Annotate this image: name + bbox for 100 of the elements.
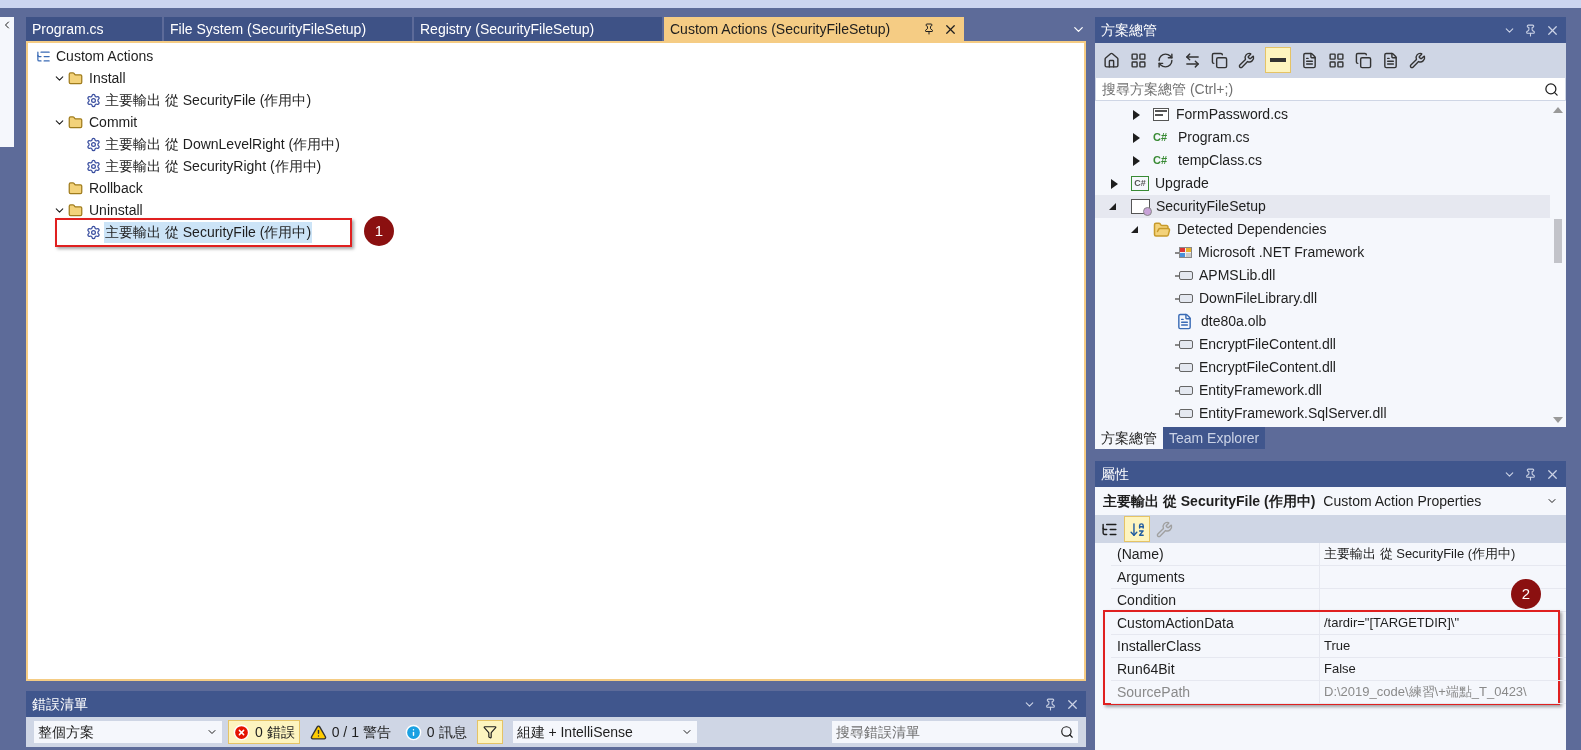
toolbar-icon[interactable]: [1301, 51, 1318, 69]
tree-item[interactable]: Detected Dependencies: [1095, 218, 1550, 241]
property-name: Arguments: [1111, 566, 1320, 588]
assembly-icon: [1175, 340, 1193, 349]
setup-project-icon: [1131, 199, 1150, 214]
form-icon: [1153, 108, 1169, 121]
tree-item[interactable]: APMSLib.dll: [1095, 264, 1550, 287]
assembly-icon: [1175, 386, 1193, 395]
toolbar-icon[interactable]: [1409, 51, 1426, 69]
toolbar-icon[interactable]: [1328, 51, 1345, 69]
source-dropdown[interactable]: 組建 + IntelliSense: [512, 721, 697, 743]
tree-item[interactable]: FormPassword.cs: [1095, 103, 1550, 126]
assembly-icon: [1175, 409, 1193, 418]
toolbar-icon[interactable]: [1238, 51, 1255, 69]
scope-dropdown[interactable]: 整個方案: [34, 721, 222, 743]
tree-item[interactable]: DownFileLibrary.dll: [1095, 287, 1550, 310]
tree-item[interactable]: 主要輸出 從 SecurityRight (作用中): [104, 155, 323, 177]
output-file-icon: [86, 136, 101, 152]
tree-item[interactable]: C# tempClass.cs: [1095, 149, 1550, 172]
property-name: InstallerClass: [1111, 635, 1320, 657]
sort-icon: [1128, 520, 1146, 538]
output-file-icon: [86, 92, 101, 108]
tree-item-label: dte80a.olb: [1201, 312, 1267, 331]
collapsed-triangle-icon[interactable]: [1111, 178, 1118, 189]
toolbar-icon[interactable]: [1157, 51, 1174, 69]
document-tab[interactable]: File System (SecurityFileSetup): [164, 17, 412, 41]
tree-item-label: DownFileLibrary.dll: [1199, 289, 1317, 308]
search-icon: [1060, 725, 1074, 739]
folder-icon: [68, 180, 83, 196]
folder-icon: [68, 202, 83, 218]
panel-title: 屬性: [1101, 464, 1130, 484]
tree-item[interactable]: Uninstall: [88, 199, 144, 221]
tree-item[interactable]: Rollback: [88, 177, 144, 199]
tree-item[interactable]: Custom Actions: [55, 45, 155, 67]
document-tab[interactable]: Registry (SecurityFileSetup): [414, 17, 662, 41]
tree-item-label: Upgrade: [1155, 174, 1209, 193]
collapsed-triangle-icon[interactable]: [1133, 155, 1140, 166]
tree-item[interactable]: EntityFramework.dll: [1095, 379, 1550, 402]
tree-item[interactable]: EntityFramework.SqlServer.dll: [1095, 402, 1550, 425]
tree-item[interactable]: Install: [88, 67, 127, 89]
tree-item[interactable]: C# Upgrade: [1095, 172, 1550, 195]
csharp-project-icon: C#: [1131, 176, 1149, 191]
toolbar-icon[interactable]: [1382, 51, 1399, 69]
property-value[interactable]: True: [1320, 635, 1566, 657]
filter-toggle[interactable]: 0 訊息: [400, 720, 471, 744]
document-tab[interactable]: Program.cs: [26, 17, 162, 41]
tree-item[interactable]: 主要輸出 從 SecurityFile (作用中): [104, 89, 313, 111]
object-selector[interactable]: 主要輸出 從 SecurityFile (作用中) Custom Action Properties: [1095, 487, 1566, 515]
tree-item[interactable]: dte80a.olb: [1095, 310, 1550, 333]
collapsed-triangle-icon[interactable]: [1133, 132, 1140, 143]
tree-item[interactable]: Microsoft .NET Framework: [1095, 241, 1550, 264]
assembly-icon: [1175, 271, 1193, 280]
expanded-triangle-icon[interactable]: [1131, 226, 1138, 233]
tree-item[interactable]: EncryptFileContent.dll: [1095, 333, 1550, 356]
toolbar-icon[interactable]: [1211, 51, 1228, 69]
pin-icon[interactable]: [923, 23, 935, 35]
csharp-icon: C#: [1153, 152, 1173, 169]
property-name: Condition: [1111, 589, 1320, 611]
alphabetical-button[interactable]: [1124, 516, 1150, 542]
tree-item[interactable]: 主要輸出 從 SecurityFile (作用中): [104, 221, 313, 243]
panel-tab[interactable]: Team Explorer: [1163, 427, 1266, 449]
tree-item-label: APMSLib.dll: [1199, 266, 1276, 285]
tree-item[interactable]: SecurityFileSetup: [1095, 195, 1550, 218]
tree-item[interactable]: EncryptFileContent.dll: [1095, 356, 1550, 379]
toolbar-icon[interactable]: [1130, 51, 1147, 69]
tree-item-label: SecurityFileSetup: [1156, 197, 1266, 216]
property-value[interactable]: False: [1320, 658, 1566, 680]
tree-item[interactable]: 主要輸出 從 DownLevelRight (作用中): [104, 133, 341, 155]
tree-item-label: EncryptFileContent.dll: [1199, 358, 1336, 377]
panel-title: 方案總管: [1101, 20, 1158, 40]
csharp-icon: C#: [1153, 129, 1173, 146]
filter-button[interactable]: [476, 720, 503, 744]
callout-number-badge: 2: [1511, 579, 1541, 609]
expanded-triangle-icon[interactable]: [1109, 203, 1116, 210]
document-icon: [1176, 313, 1193, 330]
folder-icon: [68, 70, 83, 86]
document-tab[interactable]: Custom Actions (SecurityFileSetup): [664, 17, 964, 41]
output-file-icon: [86, 224, 101, 240]
property-value[interactable]: /tardir="[TARGETDIR]\": [1320, 612, 1566, 634]
framework-icon: [1175, 247, 1192, 258]
toolbar-icon[interactable]: [1355, 51, 1372, 69]
property-value[interactable]: 主要輸出 從 SecurityFile (作用中): [1320, 543, 1566, 565]
filter-toggle[interactable]: 0 / 1 警告: [305, 720, 395, 744]
error-icon: [233, 723, 250, 741]
property-name: (Name): [1111, 543, 1320, 565]
callout-number-badge: 1: [364, 216, 394, 246]
tree-item[interactable]: Commit: [88, 111, 139, 133]
toolbar-icon[interactable]: [1103, 51, 1120, 69]
tree-item[interactable]: C# Program.cs: [1095, 126, 1550, 149]
property-name: Run64Bit: [1111, 658, 1320, 680]
collapsed-triangle-icon[interactable]: [1133, 109, 1140, 120]
open-folder-icon: [1153, 220, 1171, 239]
tree-item-label: Detected Dependencies: [1177, 220, 1327, 239]
panel-tab[interactable]: 方案總管: [1095, 427, 1163, 449]
filter-toggle[interactable]: 0 錯誤: [228, 720, 300, 744]
object-type: Custom Action Properties: [1323, 491, 1483, 511]
tree-item-label: EntityFramework.SqlServer.dll: [1199, 404, 1387, 423]
toolbar-icon[interactable]: [1184, 51, 1201, 69]
tree-item-label: FormPassword.cs: [1176, 105, 1289, 124]
tree-item-label: EntityFramework.dll: [1199, 381, 1322, 400]
